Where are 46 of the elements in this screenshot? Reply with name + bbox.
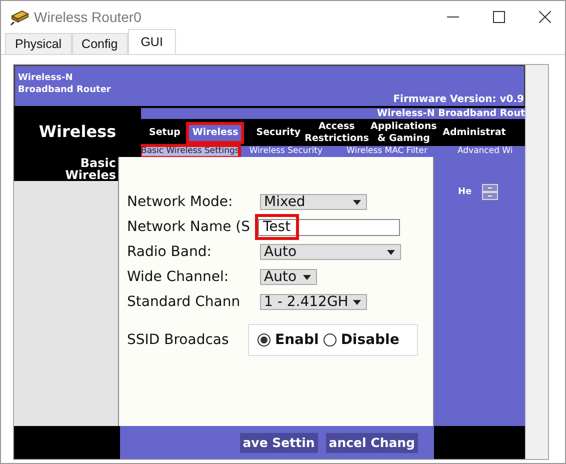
field-label: Radio Band: [127, 244, 212, 260]
nav-tab[interactable]: Applications & Gaming [368, 120, 439, 144]
dropdown[interactable]: Mixed [260, 194, 367, 210]
nav-tab[interactable]: Access Restrictions [304, 120, 369, 144]
nav-tab[interactable]: Security [252, 124, 305, 142]
field-label: Network Mode: [127, 194, 234, 210]
field-label: SSID Broadcas [127, 332, 230, 348]
help-link[interactable]: He [458, 187, 472, 197]
dropdown-arrow-icon [387, 250, 395, 254]
field-label: Standard Chann [127, 294, 242, 310]
page-title: Basic [80, 157, 116, 169]
dropdown[interactable]: Auto [260, 244, 401, 260]
brand-text: Wireless-N [18, 72, 74, 84]
dropdown-arrow-icon [353, 300, 361, 304]
dropdown-arrow-icon [303, 274, 311, 280]
action-button[interactable]: ave Settin [240, 432, 318, 452]
router-icon [10, 8, 30, 26]
tab[interactable]: GUI [128, 29, 176, 54]
dropdown[interactable]: 1 - 2.412GH [260, 294, 367, 310]
close-icon[interactable] [539, 10, 551, 22]
brand-text: Broadband Router [18, 84, 111, 96]
product-name: Wireless-N Broadband Rout [377, 108, 525, 119]
submenu-link[interactable]: Basic Wireless Settings [141, 146, 240, 157]
section-title: Wireless [38, 122, 116, 141]
tab[interactable]: Config [72, 33, 128, 54]
firmware-version: Firmware Version: v0.9 [393, 94, 524, 105]
submenu-link[interactable]: Wireless Security [249, 146, 323, 157]
maximize-icon[interactable] [493, 10, 505, 22]
radio-option[interactable]: Disable [322, 332, 400, 348]
page-title: Wireles [65, 169, 116, 181]
nav-tab[interactable]: Administrat [438, 124, 510, 142]
field-label: Network Name (S [127, 219, 252, 235]
radio-icon[interactable] [322, 333, 337, 347]
radio-option[interactable]: Enabl [257, 332, 319, 348]
submenu-link[interactable]: Wireless MAC Filter [346, 146, 428, 157]
tab[interactable]: Physical [5, 33, 72, 54]
dropdown[interactable]: Auto [260, 269, 317, 285]
window-title: Wireless Router0 [34, 8, 142, 24]
nav-tab[interactable]: Setup [141, 124, 188, 142]
field-label: Wide Channel: [127, 269, 230, 285]
submenu-link[interactable]: Advanced Wi [457, 146, 513, 157]
nav-tab[interactable]: Wireless [188, 124, 242, 142]
radio-icon[interactable] [257, 333, 271, 347]
dropdown-arrow-icon [353, 200, 361, 204]
action-button[interactable]: ancel Chang [326, 432, 418, 452]
scrollbar[interactable] [525, 65, 548, 459]
